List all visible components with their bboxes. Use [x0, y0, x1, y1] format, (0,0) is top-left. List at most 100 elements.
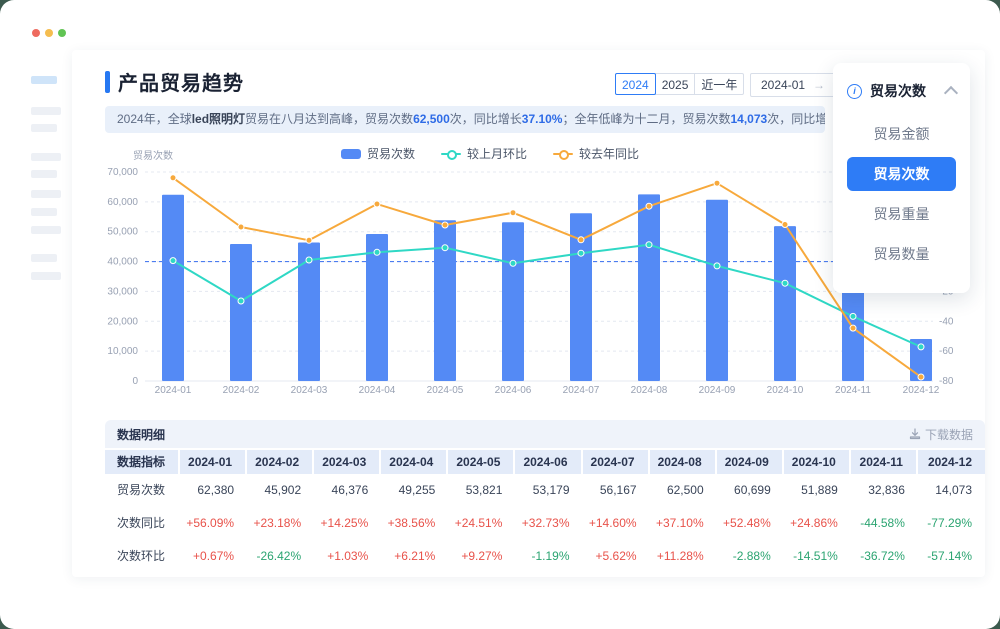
sidebar-item[interactable] [31, 107, 61, 115]
x-axis-tick: 2024-11 [835, 385, 871, 396]
point-较去年同比-2024-07[interactable] [578, 237, 584, 243]
table-cell: 60,699 [717, 474, 784, 507]
point-较上月环比-2024-01[interactable] [170, 258, 176, 264]
table-cell: 53,179 [515, 474, 582, 507]
point-较去年同比-2024-05[interactable] [442, 222, 448, 228]
row-label: 次数同比 [105, 507, 180, 540]
column-header: 2024-12 [918, 450, 985, 474]
summary-text: 2024年，全球 [117, 112, 192, 126]
point-较上月环比-2024-12[interactable] [918, 344, 924, 350]
table-cell: +37.10% [650, 507, 717, 540]
bar-2024-08[interactable] [638, 194, 660, 381]
point-较上月环比-2024-10[interactable] [782, 280, 788, 286]
column-header: 2024-07 [583, 450, 650, 474]
left-axis-tick: 40,000 [107, 257, 138, 268]
legend-item-较上月环比[interactable]: 较上月环比 [441, 145, 527, 162]
left-axis-tick: 70,000 [107, 167, 138, 178]
table-cell: 53,821 [448, 474, 515, 507]
table-cell: -36.72% [851, 540, 918, 573]
download-data-button[interactable]: 下载数据 [909, 426, 973, 443]
table-header-row: 数据指标2024-012024-022024-032024-042024-052… [105, 448, 985, 474]
sidebar-item[interactable] [31, 124, 57, 132]
point-较去年同比-2024-10[interactable] [782, 222, 788, 228]
info-icon: i [847, 84, 862, 99]
bar-2024-04[interactable] [366, 234, 388, 381]
point-较上月环比-2024-05[interactable] [442, 245, 448, 251]
chevron-up-icon[interactable] [944, 85, 958, 99]
table-cell: -44.58% [851, 507, 918, 540]
sidebar-item[interactable] [31, 226, 61, 234]
table-row-贸易次数: 贸易次数62,38045,90246,37649,25553,82153,179… [105, 474, 985, 507]
point-较去年同比-2024-06[interactable] [510, 210, 516, 216]
point-较上月环比-2024-07[interactable] [578, 250, 584, 256]
sidebar-item[interactable] [31, 190, 61, 198]
legend-item-较去年同比[interactable]: 较去年同比 [553, 145, 639, 162]
sidebar-item[interactable] [31, 208, 57, 216]
point-较上月环比-2024-03[interactable] [306, 257, 312, 263]
point-较去年同比-2024-12[interactable] [918, 374, 924, 380]
point-较去年同比-2024-09[interactable] [714, 180, 720, 186]
dropdown-options: 贸易金额贸易次数贸易重量贸易数量 [833, 117, 970, 271]
sidebar-item[interactable] [31, 153, 61, 161]
point-较去年同比-2024-01[interactable] [170, 175, 176, 181]
point-较上月环比-2024-11[interactable] [850, 313, 856, 319]
dropdown-option-贸易重量[interactable]: 贸易重量 [847, 197, 956, 231]
bar-2024-06[interactable] [502, 222, 524, 381]
point-较上月环比-2024-06[interactable] [510, 260, 516, 266]
column-header: 2024-03 [314, 450, 381, 474]
table-cell: -26.42% [247, 540, 314, 573]
bar-2024-09[interactable] [706, 200, 728, 381]
sidebar-item[interactable] [31, 254, 57, 262]
left-axis-tick: 20,000 [107, 316, 138, 327]
column-header: 2024-06 [515, 450, 582, 474]
range-start: 2024-01 [761, 74, 805, 96]
close-window-icon[interactable] [32, 29, 40, 37]
dropdown-option-贸易金额[interactable]: 贸易金额 [847, 117, 956, 151]
point-较上月环比-2024-04[interactable] [374, 249, 380, 255]
point-较去年同比-2024-03[interactable] [306, 237, 312, 243]
filter-button-2024[interactable]: 2024 [615, 73, 656, 95]
table-cell: +23.18% [247, 507, 314, 540]
column-header: 2024-11 [851, 450, 918, 474]
table-cell: +24.86% [784, 507, 851, 540]
table-cell: -2.88% [717, 540, 784, 573]
table-cell: 62,380 [180, 474, 247, 507]
x-axis-tick: 2024-06 [495, 385, 532, 396]
point-较去年同比-2024-04[interactable] [374, 201, 380, 207]
point-较去年同比-2024-02[interactable] [238, 224, 244, 230]
left-axis-tick: 30,000 [107, 286, 138, 297]
x-axis-tick: 2024-01 [155, 385, 192, 396]
filter-button-近一年[interactable]: 近一年 [694, 73, 744, 95]
table-cell: +24.51% [448, 507, 515, 540]
column-header: 2024-04 [381, 450, 448, 474]
left-axis-tick: 60,000 [107, 197, 138, 208]
zoom-window-icon[interactable] [58, 29, 66, 37]
minimize-window-icon[interactable] [45, 29, 53, 37]
point-较去年同比-2024-11[interactable] [850, 325, 856, 331]
bar-2024-10[interactable] [774, 226, 796, 381]
filter-button-2025[interactable]: 2025 [655, 73, 696, 95]
right-axis-tick: -60 [939, 346, 954, 357]
dropdown-option-贸易次数[interactable]: 贸易次数 [847, 157, 956, 191]
table-cell: -14.51% [784, 540, 851, 573]
sidebar-item[interactable] [31, 272, 61, 280]
dropdown-option-贸易数量[interactable]: 贸易数量 [847, 237, 956, 271]
bar-2024-01[interactable] [162, 195, 184, 381]
dropdown-header[interactable]: i 贸易次数 [833, 77, 970, 111]
sidebar-item[interactable] [31, 170, 57, 178]
sidebar-item-active[interactable] [31, 76, 57, 84]
summary-text: 次，同比增长 [450, 112, 522, 126]
bar-2024-02[interactable] [230, 244, 252, 381]
bar-2024-11[interactable] [842, 283, 864, 381]
point-较去年同比-2024-08[interactable] [646, 203, 652, 209]
x-axis-tick: 2024-04 [359, 385, 396, 396]
right-axis-tick: -40 [939, 316, 954, 327]
legend-item-贸易次数[interactable]: 贸易次数 [341, 145, 415, 162]
point-较上月环比-2024-09[interactable] [714, 263, 720, 269]
metric-dropdown: i 贸易次数 贸易金额贸易次数贸易重量贸易数量 [833, 63, 970, 293]
left-axis-tick: 10,000 [107, 346, 138, 357]
point-较上月环比-2024-08[interactable] [646, 242, 652, 248]
point-较上月环比-2024-02[interactable] [238, 298, 244, 304]
table-cell: 49,255 [381, 474, 448, 507]
table-cell: +38.56% [381, 507, 448, 540]
